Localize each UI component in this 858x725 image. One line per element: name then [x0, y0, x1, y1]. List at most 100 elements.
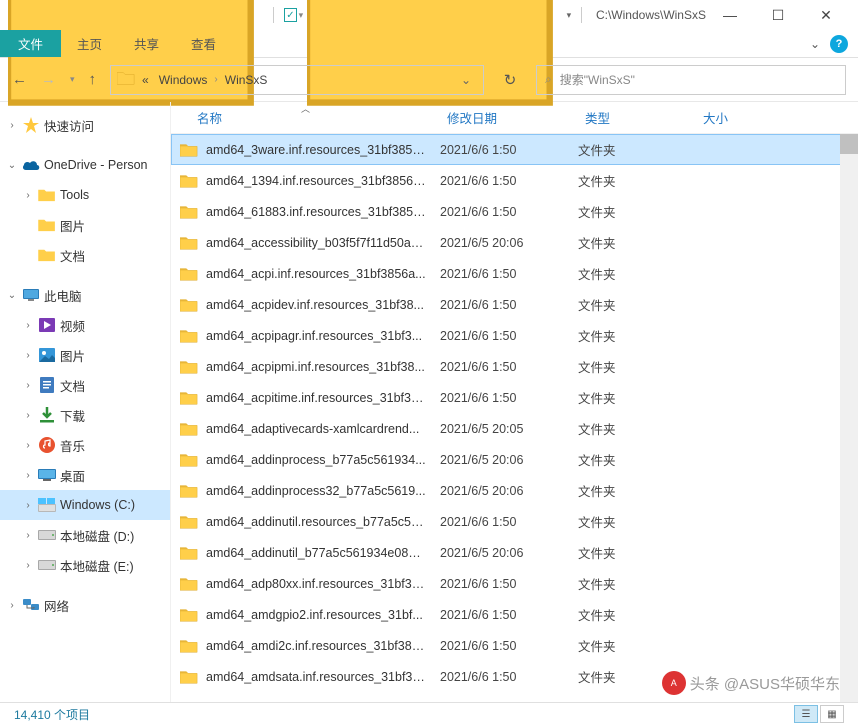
nav-desktop[interactable]: › 桌面: [0, 460, 170, 490]
view-details-button[interactable]: ☰: [794, 705, 818, 723]
expand-icon[interactable]: ›: [22, 320, 34, 331]
list-item[interactable]: amd64_addinutil_b77a5c561934e089_...2021…: [171, 537, 858, 568]
list-item[interactable]: amd64_1394.inf.resources_31bf3856a...202…: [171, 165, 858, 196]
list-item[interactable]: amd64_addinutil.resources_b77a5c56...202…: [171, 506, 858, 537]
expand-icon[interactable]: ›: [6, 120, 18, 131]
list-item[interactable]: amd64_acpidev.inf.resources_31bf38...202…: [171, 289, 858, 320]
scrollbar-thumb[interactable]: [840, 134, 858, 154]
nav-c-drive[interactable]: › Windows (C:): [0, 490, 170, 520]
folder-icon: [180, 544, 198, 562]
title-bar: ✓ ▾ ▾ C:\Windows\WinSxS — ☐ ✕: [0, 0, 858, 30]
list-item[interactable]: amd64_acpitime.inf.resources_31bf38...20…: [171, 382, 858, 413]
expand-icon[interactable]: ›: [6, 600, 18, 611]
list-item[interactable]: amd64_addinprocess_b77a5c561934...2021/6…: [171, 444, 858, 475]
refresh-button[interactable]: ↻: [494, 65, 526, 95]
nav-videos[interactable]: › 视频: [0, 310, 170, 340]
item-date: 2021/6/6 1:50: [440, 515, 516, 529]
address-bar[interactable]: « Windows › WinSxS ⌄: [110, 65, 484, 95]
tab-share[interactable]: 共享: [118, 30, 175, 57]
expand-icon[interactable]: ›: [22, 190, 34, 201]
nav-pictures-od[interactable]: 图片: [0, 210, 170, 240]
collapse-icon[interactable]: ⌄: [6, 160, 18, 171]
maximize-button[interactable]: ☐: [754, 0, 802, 30]
column-date[interactable]: 修改日期: [439, 108, 497, 127]
nav-documents[interactable]: › 文档: [0, 370, 170, 400]
expand-icon[interactable]: ›: [22, 380, 34, 391]
expand-icon[interactable]: ›: [22, 500, 34, 511]
cloud-icon: [22, 156, 40, 174]
nav-pictures[interactable]: › 图片: [0, 340, 170, 370]
item-date: 2021/6/6 1:50: [440, 143, 516, 157]
minimize-button[interactable]: —: [706, 0, 754, 30]
breadcrumb-windows[interactable]: Windows: [156, 73, 211, 87]
breadcrumb-folder-icon: [117, 70, 135, 89]
qat-dropdown-icon[interactable]: ▾: [299, 10, 304, 21]
item-date: 2021/6/6 1:50: [440, 608, 516, 622]
item-type: 文件夹: [578, 543, 616, 562]
qat-checkbox-icon[interactable]: ✓: [284, 8, 296, 22]
tab-home[interactable]: 主页: [61, 30, 118, 57]
nav-downloads[interactable]: › 下载: [0, 400, 170, 430]
documents-icon: [38, 376, 56, 394]
list-item[interactable]: amd64_61883.inf.resources_31bf3856...202…: [171, 196, 858, 227]
address-dropdown-icon[interactable]: ⌄: [455, 73, 477, 87]
history-dropdown-icon[interactable]: ▾: [70, 74, 75, 85]
column-name[interactable]: 名称: [189, 108, 222, 127]
folder-icon: [180, 141, 198, 159]
up-button[interactable]: ↑: [89, 71, 97, 88]
nav-documents-od[interactable]: 文档: [0, 240, 170, 270]
list-item[interactable]: amd64_adp80xx.inf.resources_31bf38...202…: [171, 568, 858, 599]
expand-icon[interactable]: ›: [22, 410, 34, 421]
nav-music[interactable]: › 音乐: [0, 430, 170, 460]
nav-onedrive[interactable]: ⌄ OneDrive - Person: [0, 150, 170, 180]
list-item[interactable]: amd64_amdsata.inf.resources_31bf38...202…: [171, 661, 858, 692]
nav-tools[interactable]: › Tools: [0, 180, 170, 210]
tab-file[interactable]: 文件: [0, 30, 61, 57]
list-item[interactable]: amd64_accessibility_b03f5f7f11d50a3...20…: [171, 227, 858, 258]
help-button[interactable]: ?: [830, 35, 848, 53]
breadcrumb-overflow[interactable]: «: [139, 73, 152, 87]
item-name: amd64_1394.inf.resources_31bf3856a...: [206, 174, 426, 188]
breadcrumb-winsxs[interactable]: WinSxS: [222, 73, 271, 87]
scrollbar-vertical[interactable]: [840, 134, 858, 702]
rows-container[interactable]: amd64_3ware.inf.resources_31bf3856...202…: [171, 134, 858, 702]
expand-icon[interactable]: ›: [22, 530, 34, 541]
expand-icon[interactable]: ›: [22, 350, 34, 361]
drive-icon: [38, 556, 56, 574]
list-item[interactable]: amd64_acpi.inf.resources_31bf3856a...202…: [171, 258, 858, 289]
qat-chevron-icon[interactable]: ▾: [567, 10, 572, 21]
column-type[interactable]: 类型: [577, 108, 610, 127]
search-box[interactable]: ⌕ 搜索"WinSxS": [536, 65, 846, 95]
nav-network[interactable]: › 网络: [0, 590, 170, 620]
list-item[interactable]: amd64_addinprocess32_b77a5c5619...2021/6…: [171, 475, 858, 506]
expand-ribbon-icon[interactable]: ⌄: [800, 37, 830, 51]
item-date: 2021/6/5 20:06: [440, 484, 523, 498]
item-count: 14,410 个项目: [14, 706, 90, 723]
column-size[interactable]: 大小: [695, 108, 728, 127]
forward-button[interactable]: →: [41, 71, 56, 88]
list-item[interactable]: amd64_amdgpio2.inf.resources_31bf...2021…: [171, 599, 858, 630]
collapse-icon[interactable]: ⌄: [6, 290, 18, 301]
nav-this-pc[interactable]: ⌄ 此电脑: [0, 280, 170, 310]
list-item[interactable]: amd64_adaptivecards-xamlcardrend...2021/…: [171, 413, 858, 444]
list-item[interactable]: amd64_acpipmi.inf.resources_31bf38...202…: [171, 351, 858, 382]
tab-view[interactable]: 查看: [175, 30, 232, 57]
qat-folder-icon[interactable]: [307, 0, 562, 119]
list-item[interactable]: amd64_amdi2c.inf.resources_31bf385...202…: [171, 630, 858, 661]
list-item[interactable]: amd64_acpipagr.inf.resources_31bf3...202…: [171, 320, 858, 351]
close-button[interactable]: ✕: [802, 0, 850, 30]
list-item[interactable]: amd64_3ware.inf.resources_31bf3856...202…: [171, 134, 858, 165]
nav-quick-access[interactable]: › 快速访问: [0, 110, 170, 140]
folder-icon: [180, 358, 198, 376]
item-type: 文件夹: [578, 605, 616, 624]
expand-icon[interactable]: ›: [22, 440, 34, 451]
nav-d-drive[interactable]: › 本地磁盘 (D:): [0, 520, 170, 550]
navigation-pane[interactable]: › 快速访问 ⌄ OneDrive - Person › Tools 图片 文档…: [0, 102, 170, 702]
view-icons-button[interactable]: ▦: [820, 705, 844, 723]
item-date: 2021/6/6 1:50: [440, 298, 516, 312]
expand-icon[interactable]: ›: [22, 560, 34, 571]
back-button[interactable]: ←: [12, 71, 27, 88]
chevron-right-icon[interactable]: ›: [214, 74, 217, 85]
expand-icon[interactable]: ›: [22, 470, 34, 481]
nav-e-drive[interactable]: › 本地磁盘 (E:): [0, 550, 170, 580]
